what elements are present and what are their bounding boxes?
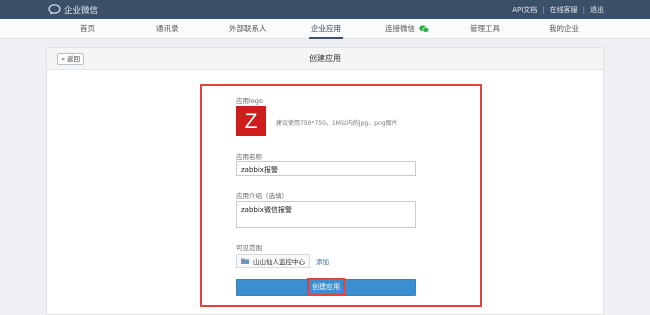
brand-name: 企业微信 xyxy=(64,5,99,16)
divider: | xyxy=(582,5,585,14)
create-app-button-label[interactable]: 创建应用 xyxy=(307,278,345,296)
back-button[interactable]: « 返回 xyxy=(57,53,85,65)
brand-logo[interactable]: 企业微信 xyxy=(48,3,98,16)
nav-connect-wechat[interactable]: 连接微信 xyxy=(385,19,430,39)
svg-text:Z: Z xyxy=(245,110,258,132)
nav-home[interactable]: 首页 xyxy=(80,19,95,39)
panel-header: 创建应用 « 返回 xyxy=(47,48,603,70)
app-desc-textarea[interactable]: zabbix微信报警 xyxy=(236,201,416,228)
scope-department-tag[interactable]: 山山仙人监控中心 xyxy=(236,254,310,268)
app-logo-upload[interactable]: Z xyxy=(236,106,266,136)
app-name-input[interactable]: zabbix报警 xyxy=(236,161,416,176)
logout-link[interactable]: 退出 xyxy=(590,5,604,15)
add-scope-link[interactable]: 添加 xyxy=(316,256,329,266)
app-desc-label: 应用介绍（选填） xyxy=(236,192,288,200)
wechat-work-logo-icon xyxy=(48,4,61,15)
top-links: API文档 | 在线客服 | 退出 xyxy=(512,0,604,19)
nav-my-enterprise[interactable]: 我的企业 xyxy=(549,19,579,39)
app-name-label: 应用名称 xyxy=(236,153,262,161)
nav-enterprise-apps[interactable]: 企业应用 xyxy=(309,19,343,39)
api-docs-link[interactable]: API文档 xyxy=(512,5,537,15)
visible-scope-label: 可见范围 xyxy=(236,244,262,252)
zabbix-logo-icon: Z xyxy=(245,110,258,132)
top-bar: 企业微信 API文档 | 在线客服 | 退出 xyxy=(0,0,650,19)
divider: | xyxy=(542,5,545,14)
visible-scope-row: 山山仙人监控中心 添加 xyxy=(236,254,329,268)
nav-external-contacts[interactable]: 外部联系人 xyxy=(229,19,267,39)
app-logo-label: 应用logo xyxy=(236,97,263,105)
nav-contacts[interactable]: 通讯录 xyxy=(156,19,179,39)
nav-connect-wechat-label: 连接微信 xyxy=(385,24,415,33)
nav-management-tools[interactable]: 管理工具 xyxy=(470,19,500,39)
wechat-icon xyxy=(419,25,430,33)
page-title: 创建应用 xyxy=(309,54,341,63)
scope-department-name: 山山仙人监控中心 xyxy=(253,258,305,266)
online-support-link[interactable]: 在线客服 xyxy=(550,5,578,15)
folder-icon xyxy=(241,258,249,264)
logo-upload-hint: 建议使用750*750，1M以内的jpg、png图片 xyxy=(276,120,398,127)
main-nav: 首页 通讯录 外部联系人 企业应用 连接微信 管理工具 我的企业 xyxy=(0,19,650,39)
